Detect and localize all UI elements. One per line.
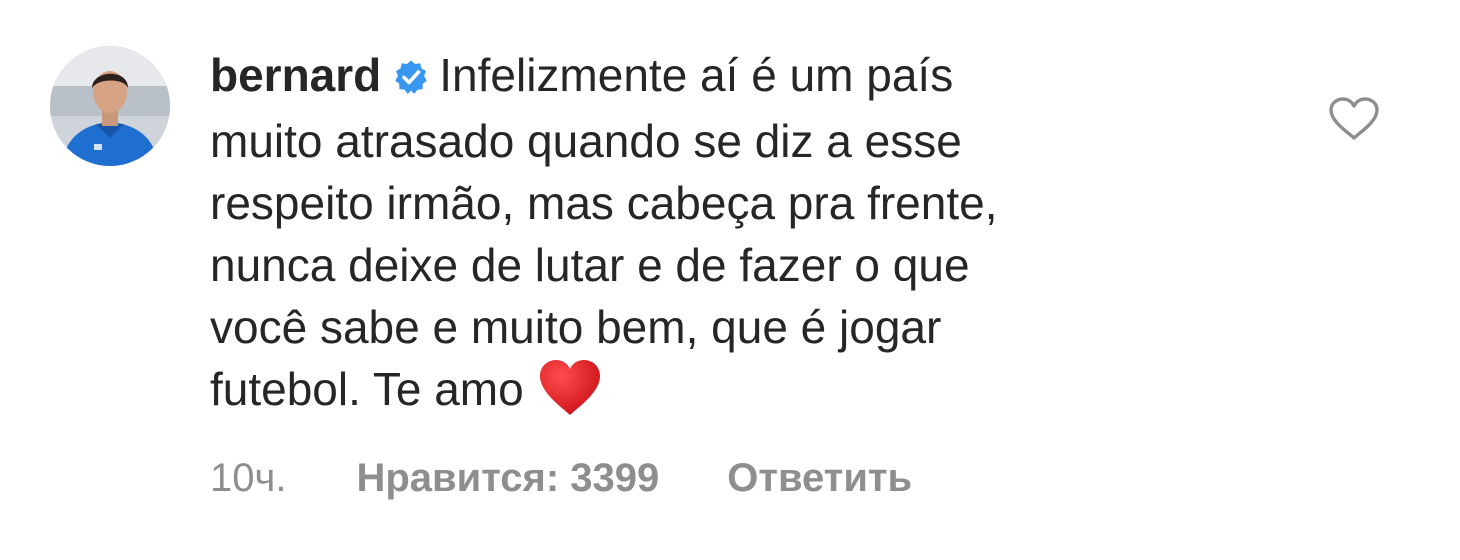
heart-outline-icon: [1329, 97, 1379, 140]
like-comment-button[interactable]: [1328, 96, 1380, 142]
comment-text: Infelizmente aí é um país muito atrasado…: [210, 49, 998, 415]
reply-button[interactable]: Ответить: [727, 456, 912, 500]
comment-text-block: bernard Infelizmente aí é um país muito a…: [210, 44, 1270, 432]
avatar-photo: [50, 46, 170, 166]
avatar[interactable]: [50, 46, 170, 166]
likes-count-link[interactable]: Нравится: 3399: [356, 456, 659, 500]
comment: bernard Infelizmente aí é um país muito a…: [0, 0, 1460, 560]
comment-meta: 10ч. Нравится: 3399 Ответить: [210, 452, 912, 504]
username-link[interactable]: bernard: [210, 49, 381, 101]
verified-badge-icon: [393, 48, 429, 110]
red-heart-icon: [538, 359, 602, 432]
timestamp: 10ч.: [210, 456, 287, 500]
